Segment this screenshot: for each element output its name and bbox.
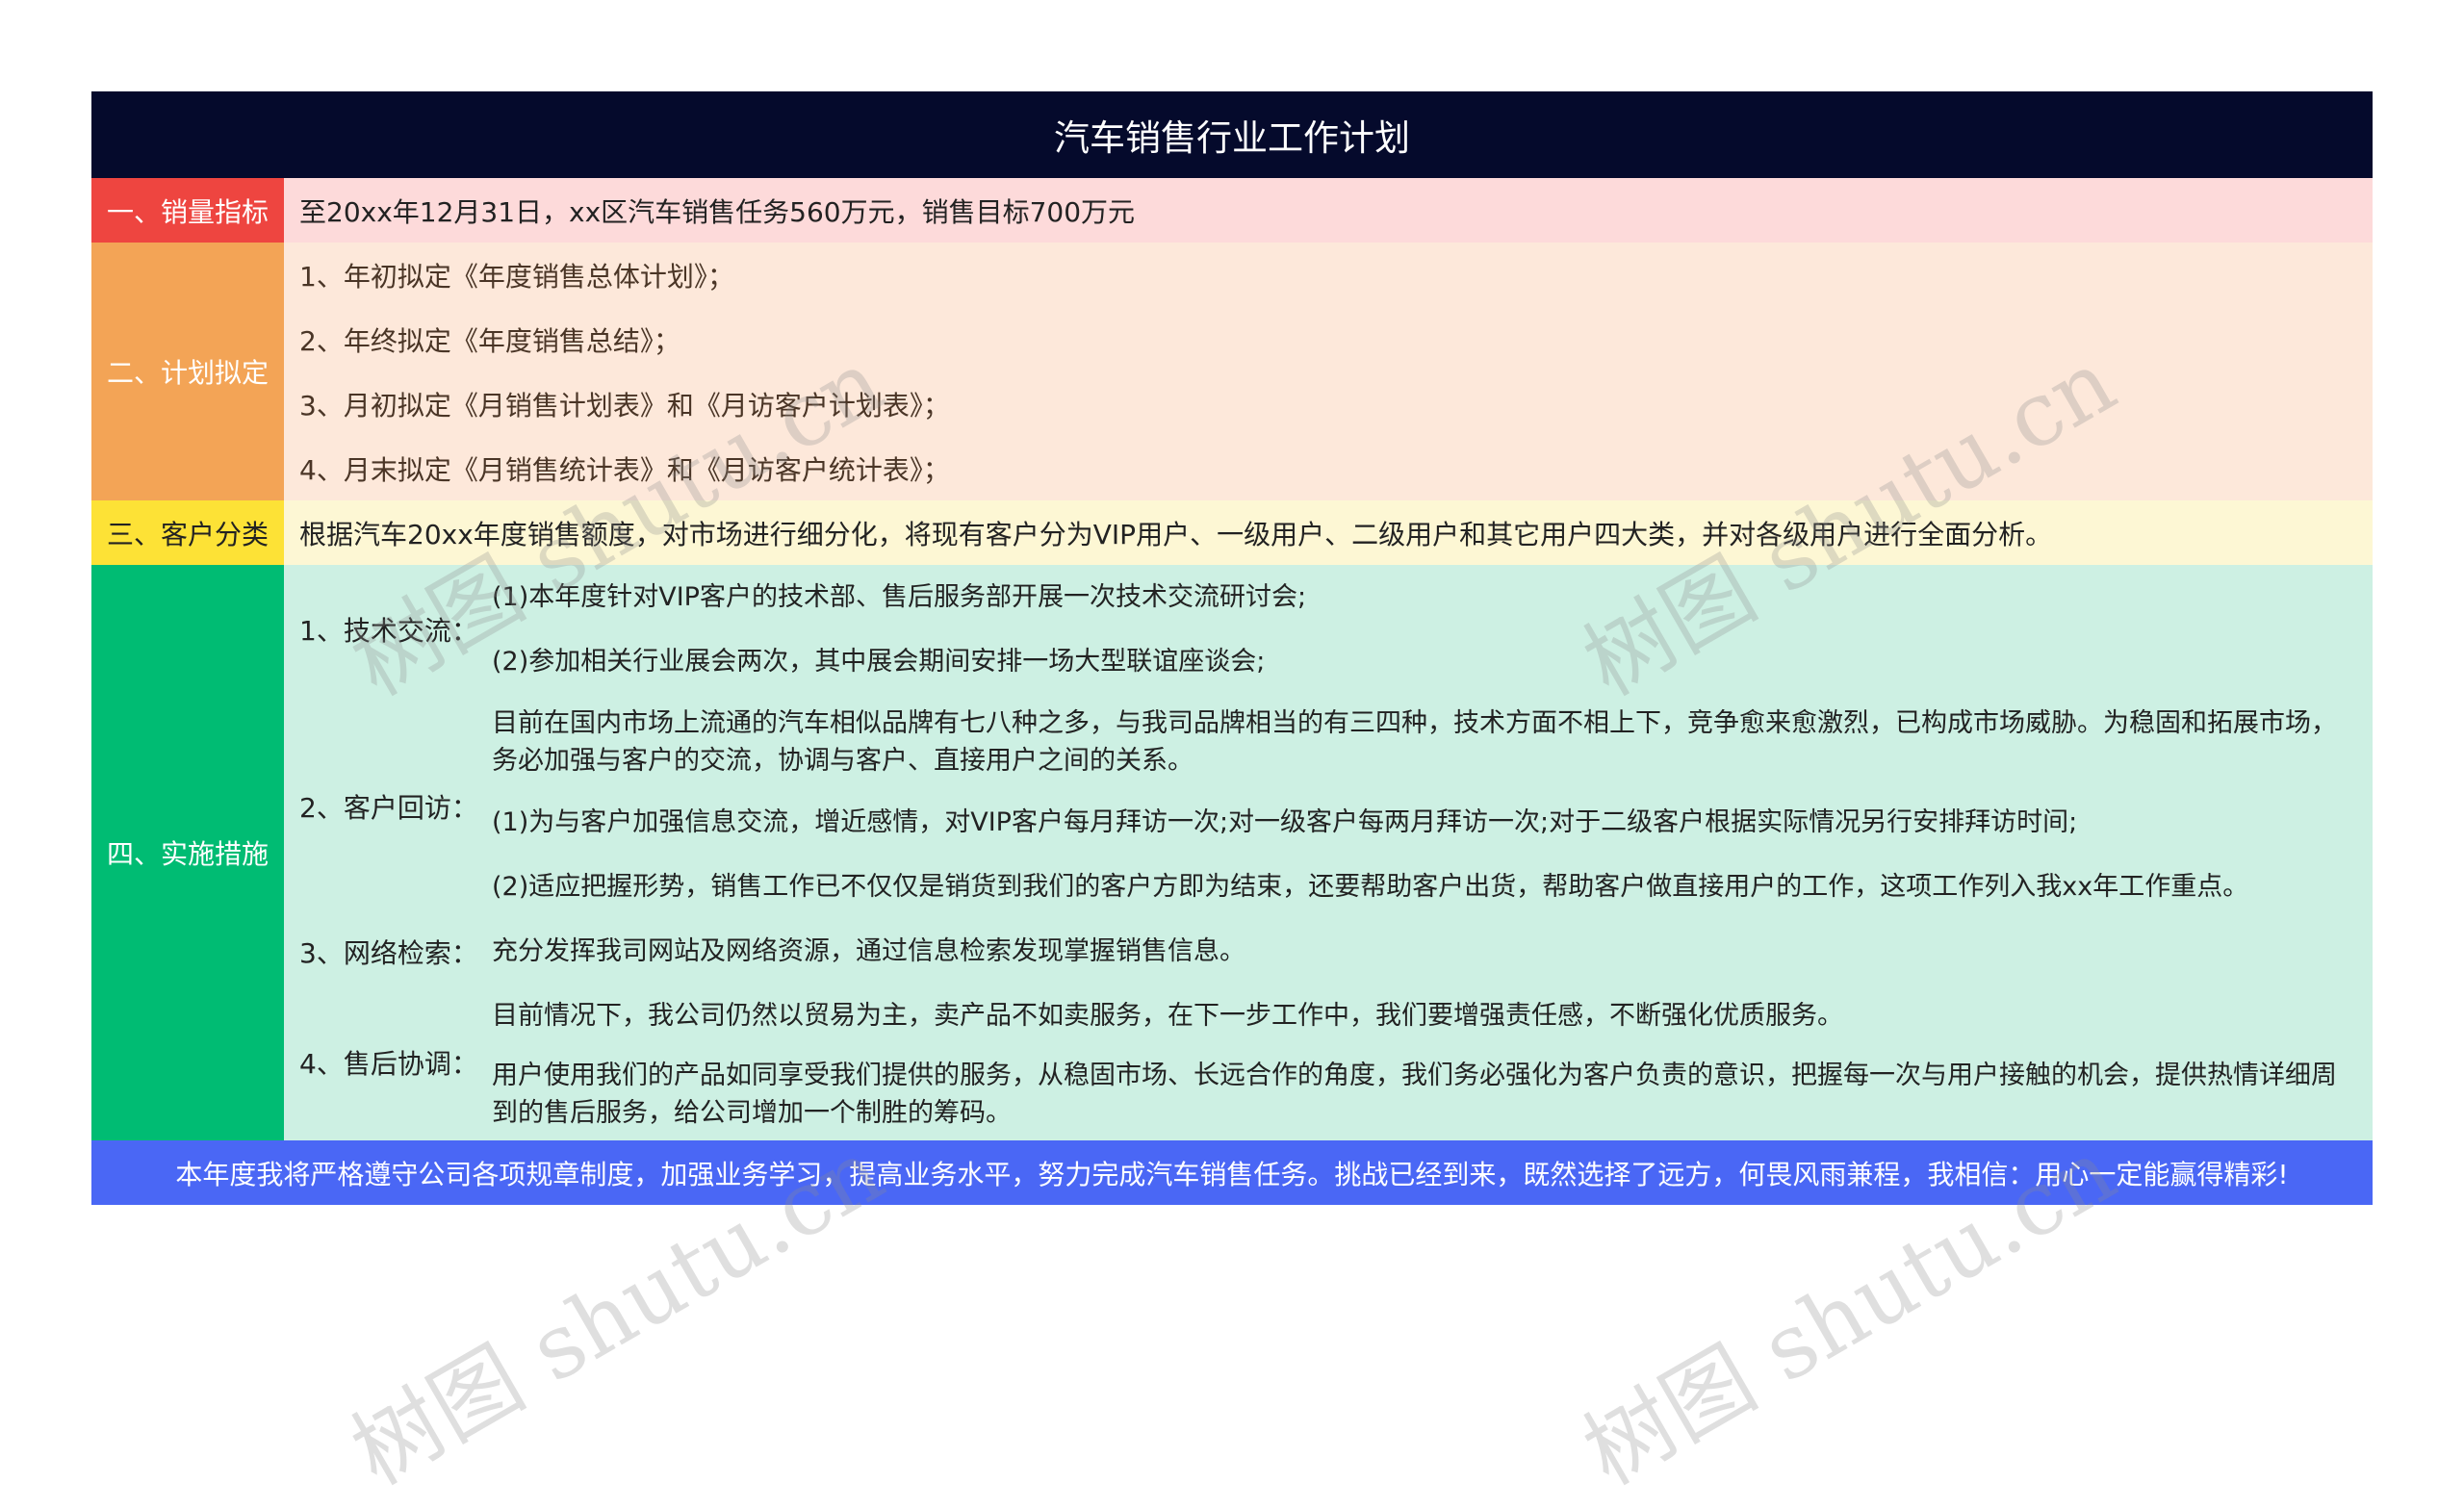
list-item: (2)参加相关行业展会两次，其中展会期间安排一场大型联谊座谈会;: [492, 647, 1266, 677]
section-label: 一、销量指标: [91, 178, 284, 243]
group-label: 4、售后协调：: [299, 1047, 478, 1080]
section-list: 1、年初拟定《年度销售总体计划》； 2、年终拟定《年度销售总结》； 3、月初拟定…: [284, 243, 2373, 500]
group-label: 1、技术交流：: [299, 615, 478, 647]
section-planning: 二、计划拟定 1、年初拟定《年度销售总体计划》； 2、年终拟定《年度销售总结》；…: [91, 243, 2373, 500]
list-item: 2、年终拟定《年度销售总结》；: [299, 324, 680, 357]
plan-table: 汽车销售行业工作计划 一、销量指标 至20xx年12月31日，xx区汽车销售任务…: [91, 91, 2373, 1205]
section-label: 二、计划拟定: [91, 243, 284, 500]
list-item: (1)为与客户加强信息交流，增近感情，对VIP客户每月拜访一次;对一级客户每两月…: [492, 807, 2078, 837]
measure-group-aftersales: 4、售后协调： 目前情况下，我公司仍然以贸易为主，卖产品不如卖服务，在下一步工作…: [284, 984, 2373, 1140]
list-item: (2)适应把握形势，销售工作已不仅仅是销货到我们的客户方即为结束，还要帮助客户出…: [492, 872, 2249, 902]
section-label: 四、实施措施: [91, 565, 284, 1140]
section-label: 三、客户分类: [91, 500, 284, 565]
section-text: 根据汽车20xx年度销售额度，对市场进行细分化，将现有客户分为VIP用户、一级用…: [284, 500, 2373, 565]
list-item: 充分发挥我司网站及网络资源，通过信息检索发现掌握销售信息。: [492, 936, 1245, 966]
section-classification: 三、客户分类 根据汽车20xx年度销售额度，对市场进行细分化，将现有客户分为VI…: [91, 500, 2373, 565]
measure-group-network: 3、网络检索： 充分发挥我司网站及网络资源，通过信息检索发现掌握销售信息。: [284, 919, 2373, 984]
list-item: (1)本年度针对VIP客户的技术部、售后服务部开展一次技术交流研讨会;: [492, 582, 1307, 612]
section-measures: 四、实施措施 1、技术交流： (1)本年度针对VIP客户的技术部、售后服务部开展…: [91, 565, 2373, 1140]
list-item: 3、月初拟定《月销售计划表》和《月访客户计划表》；: [299, 389, 950, 422]
section-text: 至20xx年12月31日，xx区汽车销售任务560万元，销售目标700万元: [284, 178, 2373, 243]
list-item: 用户使用我们的产品如同享受我们提供的服务，从稳固市场、长远合作的角度，我们务必强…: [492, 1061, 2337, 1128]
list-item: 1、年初拟定《年度销售总体计划》；: [299, 260, 734, 293]
group-label: 2、客户回访：: [299, 792, 478, 824]
measure-group-visit: 2、客户回访： 目前在国内市场上流通的汽车相似品牌有七八种之多，与我司品牌相当的…: [284, 694, 2373, 919]
measures-groups: 1、技术交流： (1)本年度针对VIP客户的技术部、售后服务部开展一次技术交流研…: [284, 565, 2373, 1140]
list-item: 目前情况下，我公司仍然以贸易为主，卖产品不如卖服务，在下一步工作中，我们要增强责…: [492, 1001, 1843, 1031]
list-item: 目前在国内市场上流通的汽车相似品牌有七八种之多，与我司品牌相当的有三四种，技术方…: [492, 708, 2337, 776]
measure-group-tech: 1、技术交流： (1)本年度针对VIP客户的技术部、售后服务部开展一次技术交流研…: [284, 565, 2373, 694]
group-label: 3、网络检索：: [299, 936, 478, 969]
footer-statement: 本年度我将严格遵守公司各项规章制度，加强业务学习，提高业务水平，努力完成汽车销售…: [91, 1140, 2373, 1205]
page-title: 汽车销售行业工作计划: [91, 91, 2373, 178]
list-item: 4、月末拟定《月销售统计表》和《月访客户统计表》；: [299, 453, 950, 486]
section-sales-target: 一、销量指标 至20xx年12月31日，xx区汽车销售任务560万元，销售目标7…: [91, 178, 2373, 243]
